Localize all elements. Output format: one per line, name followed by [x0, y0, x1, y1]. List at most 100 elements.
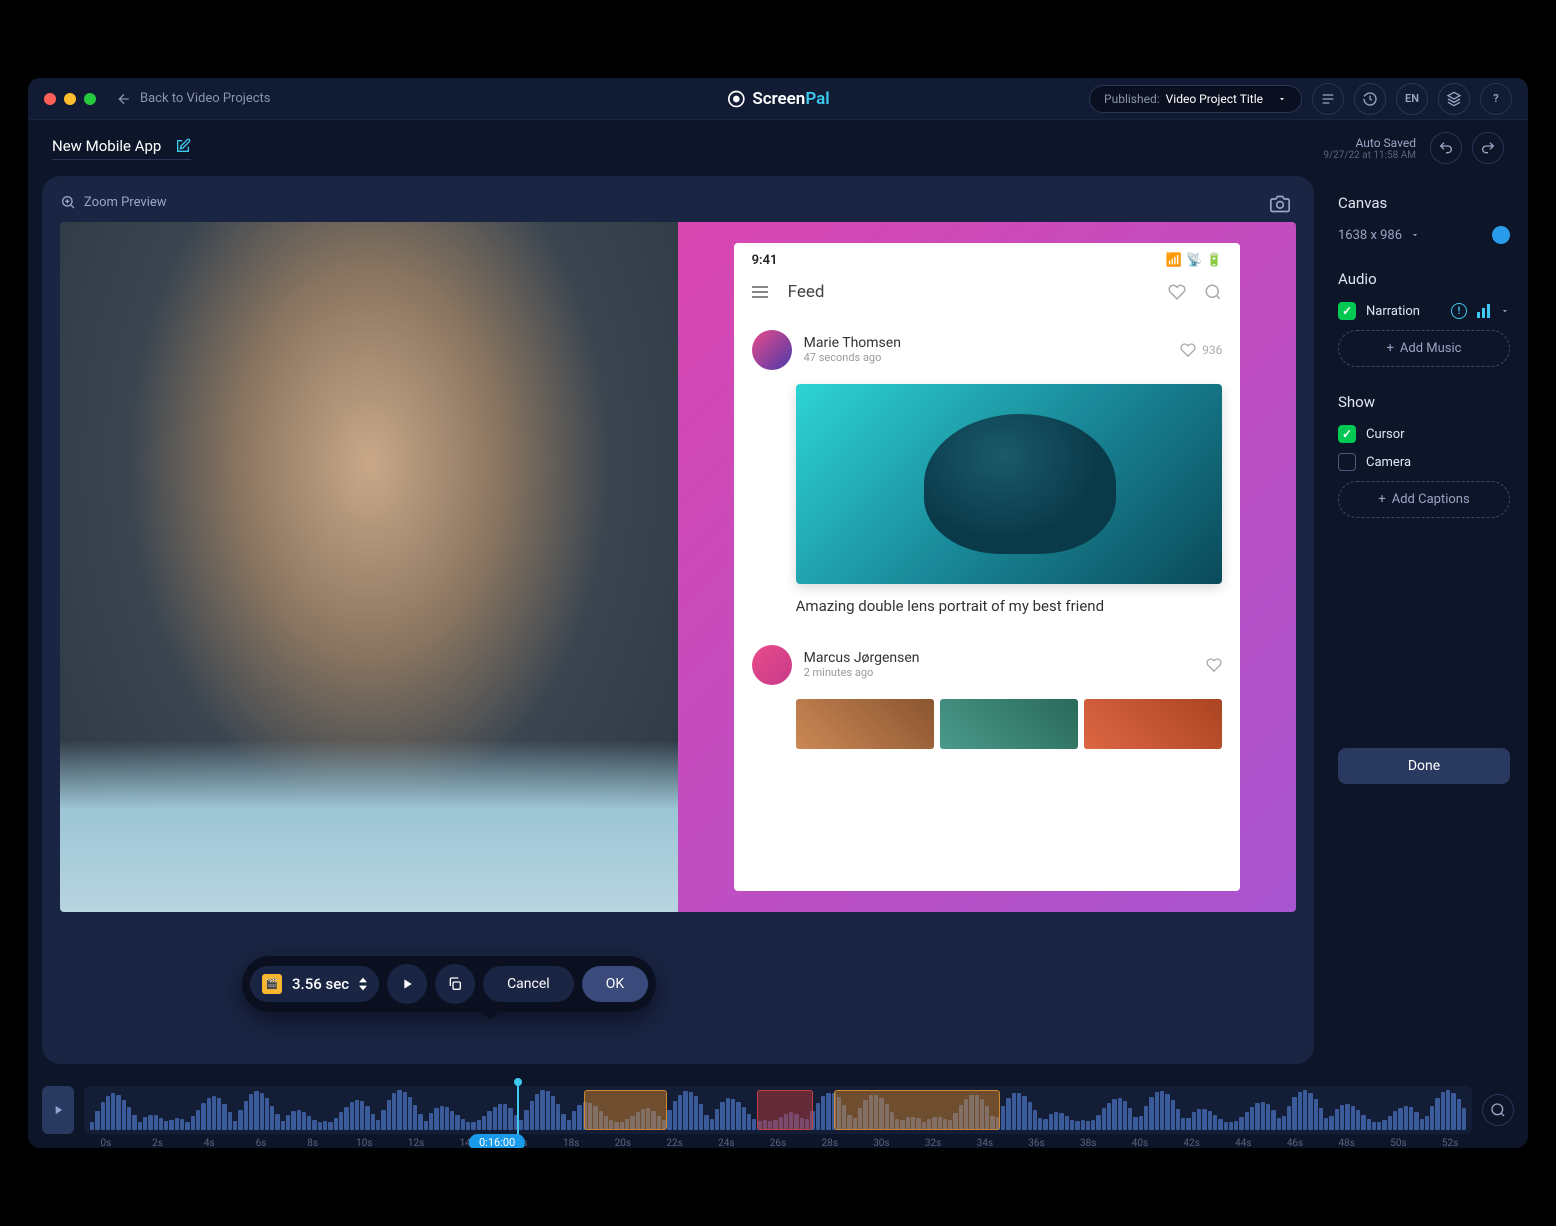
- search-icon: [1204, 283, 1222, 301]
- timeline-tick: 12s: [390, 1138, 442, 1148]
- copy-button[interactable]: [435, 964, 475, 1004]
- sidebar: Canvas 1638 x 986 Audio Narration !: [1314, 176, 1514, 1064]
- info-icon[interactable]: !: [1451, 303, 1467, 319]
- timeline-tick: 18s: [545, 1138, 597, 1148]
- chevron-up-icon[interactable]: [359, 977, 367, 983]
- ok-button[interactable]: OK: [582, 966, 648, 1002]
- publish-dropdown[interactable]: Published: Video Project Title: [1089, 85, 1302, 113]
- zoom-preview-label: Zoom Preview: [84, 195, 167, 210]
- play-icon: [51, 1103, 65, 1117]
- minimize-window-icon[interactable]: [64, 93, 76, 105]
- timeline-tick: 46s: [1269, 1138, 1321, 1148]
- undo-button[interactable]: [1430, 132, 1462, 164]
- play-icon: [399, 976, 415, 992]
- project-title-field[interactable]: New Mobile App: [52, 137, 191, 160]
- post-time: 47 seconds ago: [804, 351, 901, 364]
- timeline-tick: 30s: [856, 1138, 908, 1148]
- autosave-time: 9/27/22 at 11:58 AM: [1323, 150, 1416, 161]
- post-author: Marie Thomsen: [804, 335, 901, 351]
- chevron-down-icon[interactable]: [1500, 306, 1510, 316]
- done-button[interactable]: Done: [1338, 748, 1510, 784]
- clip-toolbar: 🎬 3.56 sec Cancel OK: [242, 956, 656, 1012]
- timeline-tick: 4s: [183, 1138, 235, 1148]
- logo-text-screen: Screen: [752, 89, 805, 109]
- timeline-tick: 26s: [752, 1138, 804, 1148]
- timeline-tick: 34s: [959, 1138, 1011, 1148]
- preview-canvas[interactable]: 9:41 📶📡🔋 Feed: [60, 222, 1296, 912]
- history-button[interactable]: [1354, 83, 1386, 115]
- undo-icon: [1438, 140, 1454, 156]
- close-window-icon[interactable]: [44, 93, 56, 105]
- timeline-zoom-button[interactable]: [1482, 1094, 1514, 1126]
- maximize-window-icon[interactable]: [84, 93, 96, 105]
- timeline-play-button[interactable]: [42, 1086, 74, 1134]
- copy-icon: [447, 976, 463, 992]
- app-logo: ScreenPal: [726, 89, 829, 109]
- timeline-tick: 6s: [235, 1138, 287, 1148]
- add-music-button[interactable]: + Add Music: [1338, 330, 1510, 367]
- redo-button[interactable]: [1472, 132, 1504, 164]
- narration-checkbox[interactable]: [1338, 302, 1356, 320]
- titlebar: Back to Video Projects ScreenPal Publish…: [28, 78, 1528, 120]
- feed-post: Marie Thomsen 47 seconds ago 936 Amazing…: [734, 316, 1241, 631]
- phone-time: 9:41: [752, 253, 778, 268]
- cursor-label: Cursor: [1366, 427, 1405, 442]
- audio-levels-icon[interactable]: [1477, 304, 1490, 318]
- cursor-checkbox[interactable]: [1338, 425, 1356, 443]
- canvas-color-swatch[interactable]: [1492, 226, 1510, 244]
- list-icon: [1320, 91, 1336, 107]
- camera-label: Camera: [1366, 455, 1411, 470]
- phone-mockup: 9:41 📶📡🔋 Feed: [734, 243, 1241, 892]
- heart-icon: [1206, 657, 1222, 673]
- narration-row[interactable]: Narration !: [1338, 302, 1510, 320]
- help-button[interactable]: ?: [1480, 83, 1512, 115]
- cancel-button[interactable]: Cancel: [483, 966, 574, 1002]
- avatar: [752, 330, 792, 370]
- playhead-time-badge: 0:16:00: [469, 1134, 525, 1148]
- add-captions-button[interactable]: + Add Captions: [1338, 481, 1510, 518]
- zoom-preview-button[interactable]: Zoom Preview: [60, 194, 1296, 210]
- feed-post: Marcus Jørgensen 2 minutes ago: [734, 631, 1241, 763]
- timeline-segment[interactable]: [757, 1090, 813, 1130]
- logo-text-pal: Pal: [805, 89, 829, 109]
- timeline-tick: 50s: [1373, 1138, 1425, 1148]
- play-button[interactable]: [387, 964, 427, 1004]
- timeline-tick: 36s: [1011, 1138, 1063, 1148]
- camera-checkbox[interactable]: [1338, 453, 1356, 471]
- timeline-segment[interactable]: [834, 1090, 1001, 1130]
- timeline-tick: 2s: [132, 1138, 184, 1148]
- timeline-tick: 44s: [1217, 1138, 1269, 1148]
- hamburger-icon: [752, 286, 768, 298]
- chevron-down-icon[interactable]: [359, 985, 367, 991]
- timeline-segment[interactable]: [584, 1090, 667, 1130]
- layers-button[interactable]: [1438, 83, 1470, 115]
- window-controls: [44, 93, 96, 105]
- canvas-size-dropdown[interactable]: 1638 x 986: [1338, 226, 1510, 244]
- language-button[interactable]: EN: [1396, 83, 1428, 115]
- timeline-tick: 28s: [804, 1138, 856, 1148]
- timeline-track[interactable]: [84, 1086, 1472, 1134]
- back-button[interactable]: Back to Video Projects: [116, 91, 271, 107]
- audio-section-title: Audio: [1338, 270, 1510, 288]
- edit-icon[interactable]: [175, 138, 191, 154]
- cursor-row[interactable]: Cursor: [1338, 425, 1510, 443]
- feed-title: Feed: [788, 282, 825, 302]
- app-window: Back to Video Projects ScreenPal Publish…: [28, 78, 1528, 1148]
- timeline-tick: 20s: [597, 1138, 649, 1148]
- post-thumbnails: [796, 699, 1223, 749]
- autosave-status: Auto Saved 9/27/22 at 11:58 AM: [1323, 136, 1416, 161]
- webcam-preview: [60, 222, 678, 912]
- narration-label: Narration: [1366, 304, 1420, 319]
- chevron-down-icon: [1410, 230, 1420, 240]
- list-button[interactable]: [1312, 83, 1344, 115]
- timeline-tick: 32s: [907, 1138, 959, 1148]
- duration-stepper[interactable]: 🎬 3.56 sec: [250, 966, 379, 1002]
- avatar: [752, 645, 792, 685]
- heart-icon: [1180, 342, 1196, 358]
- screenshot-button[interactable]: [1270, 194, 1290, 218]
- chevron-down-icon: [1277, 94, 1287, 104]
- post-likes: 936: [1180, 342, 1222, 358]
- camera-row[interactable]: Camera: [1338, 453, 1510, 471]
- post-author: Marcus Jørgensen: [804, 650, 920, 666]
- zoom-icon: [60, 194, 76, 210]
